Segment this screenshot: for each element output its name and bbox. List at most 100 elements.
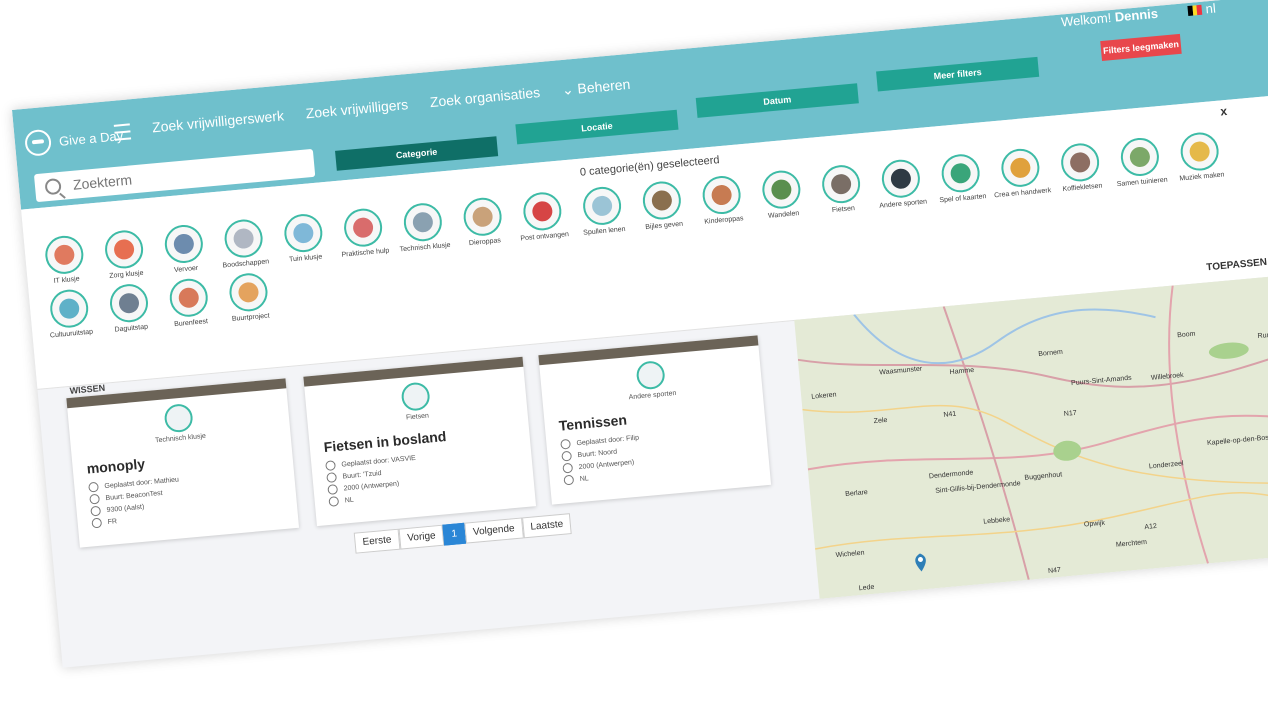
category-icon xyxy=(1119,136,1161,178)
user-icon xyxy=(325,460,336,472)
wissen-link[interactable]: WISSEN xyxy=(69,383,105,396)
map-place-label: Lede xyxy=(859,584,875,592)
category-icon xyxy=(521,190,564,232)
selected-count: 0 categorie(ën) geselecteerd xyxy=(579,154,721,179)
category-label: Technisch klusje xyxy=(399,241,451,254)
category-label: Vervoer xyxy=(173,264,199,274)
category-spullen-lenen[interactable]: Spullen lenen xyxy=(570,184,636,237)
category-label: Boodschappen xyxy=(222,258,270,270)
category-zorg-klusje[interactable]: Zorg klusje xyxy=(92,228,158,281)
category-koffiekletsen[interactable]: Koffiekletsen xyxy=(1048,141,1114,194)
language-switcher[interactable]: nl xyxy=(1187,1,1216,18)
category-post-ontvangen[interactable]: Post ontvangen xyxy=(510,190,576,243)
filter-meer-button[interactable]: Meer filters xyxy=(876,56,1040,92)
category-icon xyxy=(168,277,210,319)
category-label: Daguitstap xyxy=(114,323,149,334)
category-label: Bijles geven xyxy=(645,220,684,232)
filter-categorie-button[interactable]: Categorie xyxy=(335,136,499,171)
home-icon xyxy=(326,472,338,484)
category-label: Cultuuruitstap xyxy=(49,328,94,340)
category-icon xyxy=(222,217,265,260)
result-card[interactable]: Technisch klusje monoply Geplaatst door:… xyxy=(66,378,300,548)
category-wandelen[interactable]: Wandelen xyxy=(749,168,815,221)
result-card[interactable]: Fietsen Fietsen in bosland Geplaatst doo… xyxy=(303,356,537,527)
close-icon[interactable]: x xyxy=(1220,104,1228,119)
category-cultuuruitstap[interactable]: Cultuuruitstap xyxy=(37,287,103,340)
country-text: FR xyxy=(107,518,118,527)
category-praktische-hulp[interactable]: Praktische hulp xyxy=(331,206,397,259)
category-tuin-klusje[interactable]: Tuin klusje xyxy=(271,211,337,264)
category-label: Buurtproject xyxy=(231,312,270,323)
category-daguitstap[interactable]: Daguitstap xyxy=(96,281,162,334)
filter-datum-button[interactable]: Datum xyxy=(695,83,859,118)
category-boodschappen[interactable]: Boodschappen xyxy=(211,217,277,270)
category-fietsen[interactable]: Fietsen xyxy=(809,162,875,215)
location-pin-icon xyxy=(327,484,339,496)
location-text: 2000 (Antwerpen) xyxy=(578,459,635,472)
category-icon xyxy=(43,234,85,276)
logo-icon xyxy=(23,128,53,157)
page-next[interactable]: Volgende xyxy=(464,517,524,544)
category-icon-image xyxy=(118,292,140,315)
category-muziek-maken[interactable]: Muziek maken xyxy=(1167,130,1233,183)
category-icon xyxy=(880,158,922,200)
menu-icon[interactable] xyxy=(113,123,132,141)
filter-locatie-button[interactable]: Locatie xyxy=(515,109,679,145)
user-name[interactable]: Dennis xyxy=(1114,6,1159,25)
category-buurtproject[interactable]: Buurtproject xyxy=(216,271,282,324)
category-label: Zorg klusje xyxy=(109,269,144,280)
category-technisch-klusje[interactable]: Technisch klusje xyxy=(390,200,456,253)
category-vervoer[interactable]: Vervoer xyxy=(151,222,217,275)
category-label: Dieroppas xyxy=(468,237,502,248)
nav-zoek-organisaties[interactable]: Zoek organisaties xyxy=(429,84,541,111)
category-icon-image xyxy=(177,286,200,309)
result-card[interactable]: Andere sporten Tennissen Geplaatst door:… xyxy=(538,335,772,505)
category-dieroppas[interactable]: Dieroppas xyxy=(450,195,516,248)
category-icon xyxy=(1179,130,1221,173)
category-icon-image xyxy=(770,178,793,201)
category-label: Spel of kaarten xyxy=(939,193,987,205)
map[interactable]: Waasmunster Hamme Bornem Boom Rumst Lokeren Pu… xyxy=(794,272,1268,599)
clear-filters-button[interactable]: Filters leegmaken xyxy=(1100,33,1182,62)
category-kinderoppas[interactable]: Kinderoppas xyxy=(689,173,755,226)
nav-zoek-vrijwilligerswerk[interactable]: Zoek vrijwilligerswerk xyxy=(151,107,284,136)
belgian-flag-icon xyxy=(1187,4,1203,16)
category-samen-tuinieren[interactable]: Samen tuinieren xyxy=(1107,135,1173,188)
map-canvas[interactable]: Waasmunster HammeBornemBoom RumstLokerenPu… xyxy=(794,272,1268,599)
category-label: Muziek maken xyxy=(1179,171,1225,183)
map-place-label: Rumst xyxy=(1257,331,1268,340)
category-crea-en-handwerk[interactable]: Crea en handwerk xyxy=(988,146,1054,199)
category-andere-sporten[interactable]: Andere sporten xyxy=(868,157,934,210)
category-icon xyxy=(342,207,384,249)
category-icon xyxy=(700,174,743,216)
category-icon xyxy=(641,179,683,222)
category-icon-image xyxy=(949,162,972,185)
category-icon-image xyxy=(58,297,81,320)
category-icon-image xyxy=(237,281,260,304)
nav-zoek-vrijwilligers[interactable]: Zoek vrijwilligers xyxy=(305,96,409,122)
page-last[interactable]: Laatste xyxy=(521,513,573,539)
category-spel-of-kaarten[interactable]: Spel of kaarten xyxy=(928,152,994,205)
category-icon-image xyxy=(292,222,315,244)
category-burenfeest[interactable]: Burenfeest xyxy=(156,276,222,329)
nav-beheren[interactable]: ⌄ Beheren xyxy=(561,76,631,99)
category-label: Kinderoppas xyxy=(704,215,744,226)
category-label: Koffiekletsen xyxy=(1062,182,1103,194)
category-it-klusje[interactable]: IT klusje xyxy=(32,233,98,286)
apply-button[interactable]: TOEPASSEN xyxy=(1206,257,1268,273)
neighbourhood-text: Buurt: 'Tzuid xyxy=(342,470,382,481)
map-place-label: N17 xyxy=(1064,410,1078,418)
category-label: Samen tuinieren xyxy=(1116,176,1168,189)
category-icon xyxy=(108,282,150,324)
category-bijles-geven[interactable]: Bijles geven xyxy=(629,179,695,232)
page-first[interactable]: Eerste xyxy=(353,528,401,554)
category-label: Andere sporten xyxy=(879,198,928,210)
category-label: IT klusje xyxy=(53,275,80,285)
page-prev[interactable]: Vorige xyxy=(398,524,445,550)
map-place-label: Zele xyxy=(873,417,887,425)
category-icon-image xyxy=(1129,146,1151,168)
logo[interactable]: Give a Day xyxy=(23,122,124,157)
technisch-klusje-icon xyxy=(163,402,194,434)
page-current[interactable]: 1 xyxy=(442,522,466,546)
category-icon-image xyxy=(53,243,76,266)
